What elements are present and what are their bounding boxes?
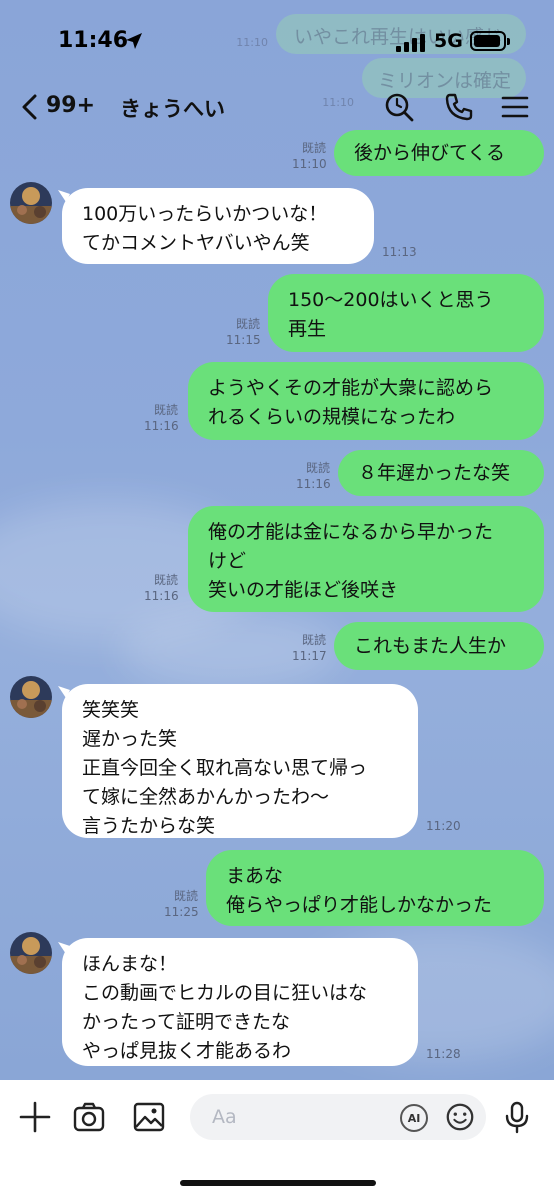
message-time: 11:16 — [296, 477, 331, 491]
ai-button[interactable]: AI — [400, 1104, 428, 1132]
message-bubble[interactable]: 100万いったらいかついな！ てかコメントヤバいやん笑 — [62, 188, 374, 264]
status-bar: 11:46 5G — [0, 0, 554, 80]
message-bubble[interactable]: ようやくその才能が大衆に認めら れるくらいの規模になったわ — [188, 362, 544, 440]
camera-icon[interactable] — [72, 1100, 106, 1134]
message-time: 11:10 — [292, 157, 327, 171]
avatar-image-icon — [10, 676, 52, 718]
back-unread-count[interactable]: 99+ — [46, 93, 95, 118]
avatar[interactable] — [10, 932, 52, 974]
read-receipt: 既読 — [235, 317, 260, 331]
signal-icon — [396, 34, 425, 52]
phone-icon[interactable] — [444, 92, 474, 122]
avatar-image-icon — [10, 932, 52, 974]
message-time: 11:16 — [144, 589, 179, 603]
message-bubble[interactable]: 笑笑笑 遅かった笑 正直今回全く取れ高ない思て帰っ て嫁に全然あかんかったわ～ … — [62, 684, 418, 838]
plus-icon[interactable] — [18, 1100, 52, 1134]
avatar[interactable] — [10, 182, 52, 224]
message-time: 11:15 — [226, 333, 261, 347]
message-bubble[interactable]: ほんまな！ この動画でヒカルの目に狂いはな かったって証明できたな やっぱ見抜く… — [62, 938, 418, 1066]
image-icon[interactable] — [132, 1100, 166, 1134]
message-time: 11:25 — [164, 905, 199, 919]
home-indicator — [180, 1180, 376, 1186]
menu-icon[interactable] — [500, 92, 530, 122]
read-receipt: 既読 — [153, 403, 178, 417]
chat-header: 99+ きょうへい — [0, 80, 554, 136]
message-bubble[interactable]: 俺の才能は金になるから早かった けど 笑いの才能ほど後咲き — [188, 506, 544, 612]
message-bubble[interactable]: 150～200はいくと思う 再生 — [268, 274, 544, 352]
avatar-image-icon — [10, 182, 52, 224]
message-bubble[interactable]: まあな 俺らやっぱり才能しかなかった — [206, 850, 544, 926]
location-arrow-icon — [126, 33, 142, 49]
status-time: 11:46 — [58, 28, 129, 53]
message-bubble[interactable]: ８年遅かったな笑 — [338, 450, 544, 496]
battery-icon — [470, 31, 510, 51]
message-time: 11:28 — [426, 1047, 461, 1061]
read-receipt: 既読 — [153, 573, 178, 587]
avatar[interactable] — [10, 676, 52, 718]
message-bubble[interactable]: これもまた人生か — [334, 622, 544, 670]
microphone-icon[interactable] — [500, 1100, 534, 1134]
message-bubble[interactable]: 後から伸びてくる — [334, 130, 544, 176]
message-time: 11:13 — [382, 245, 417, 259]
search-icon[interactable] — [384, 92, 414, 122]
network-label: 5G — [434, 30, 463, 52]
chat-title[interactable]: きょうへい — [120, 93, 225, 123]
message-input[interactable] — [190, 1094, 486, 1140]
read-receipt: 既読 — [173, 889, 198, 903]
read-receipt: 既読 — [305, 461, 330, 475]
chevron-left-icon[interactable] — [20, 94, 38, 120]
message-time: 11:20 — [426, 819, 461, 833]
message-time: 11:16 — [144, 419, 179, 433]
message-time: 11:17 — [292, 649, 327, 663]
read-receipt: 既読 — [301, 141, 326, 155]
read-receipt: 既読 — [301, 633, 326, 647]
emoji-icon[interactable] — [444, 1101, 476, 1133]
